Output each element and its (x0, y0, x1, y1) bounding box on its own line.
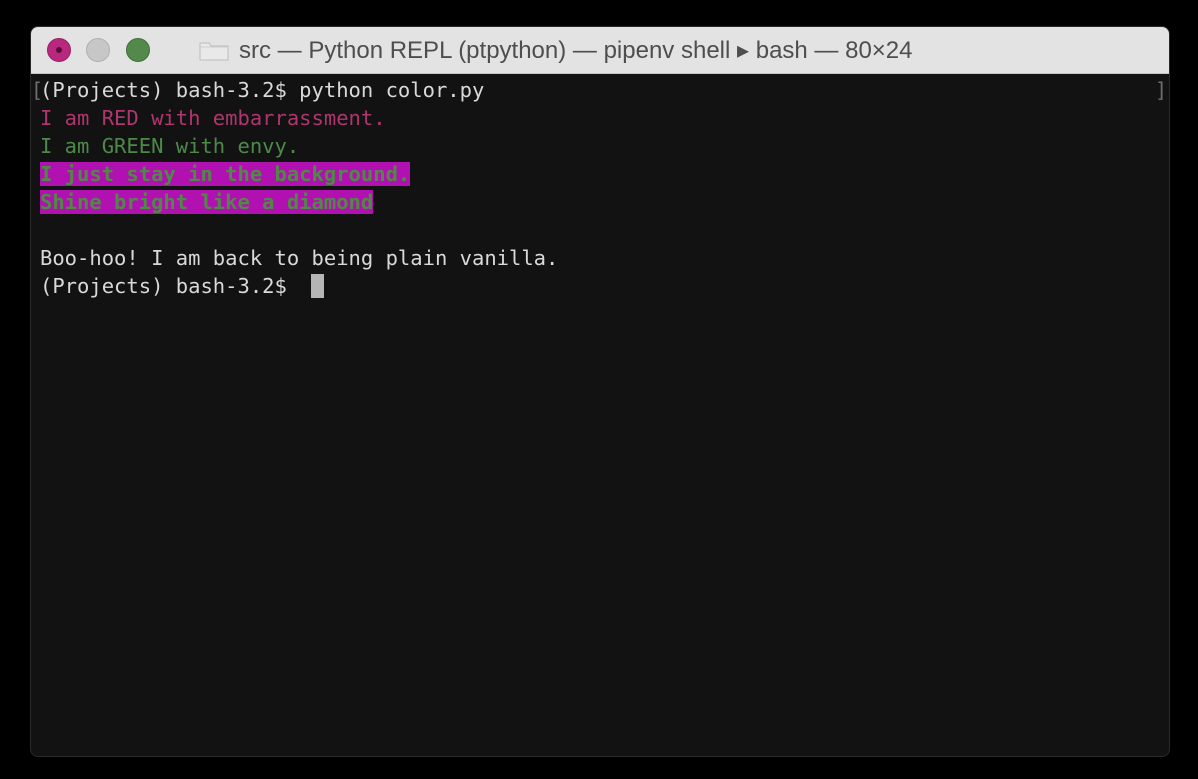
window-title: src — Python REPL (ptpython) — pipenv sh… (239, 36, 913, 64)
highlighted-text: I just stay in the background. (40, 162, 411, 186)
output-background-line: I just stay in the background. (40, 160, 411, 188)
scroll-marker-right: ] (1154, 78, 1167, 102)
minimize-button-icon[interactable] (86, 38, 110, 62)
command-line: (Projects) bash-3.2$ python color.py (40, 78, 485, 102)
terminal-window: src — Python REPL (ptpython) — pipenv sh… (31, 27, 1169, 756)
close-button-icon[interactable] (47, 38, 71, 62)
output-red-line: I am RED with embarrassment. (40, 106, 386, 130)
text-cursor (311, 274, 325, 298)
window-title-area: src — Python REPL (ptpython) — pipenv sh… (199, 27, 913, 73)
output-bright-line: Shine bright like a diamond (40, 188, 374, 216)
output-green-line: I am GREEN with envy. (40, 134, 300, 158)
terminal-content[interactable]: [ ] (Projects) bash-3.2$ python color.py… (31, 74, 1169, 756)
highlighted-text: Shine bright like a diamond (40, 190, 374, 214)
prompt-line[interactable]: (Projects) bash-3.2$ (40, 272, 325, 300)
folder-icon (199, 39, 229, 61)
zoom-button-icon[interactable] (126, 38, 150, 62)
prompt-text: (Projects) bash-3.2$ (40, 274, 300, 298)
output-plain-line: Boo-hoo! I am back to being plain vanill… (40, 246, 559, 270)
title-bar[interactable]: src — Python REPL (ptpython) — pipenv sh… (31, 27, 1169, 74)
